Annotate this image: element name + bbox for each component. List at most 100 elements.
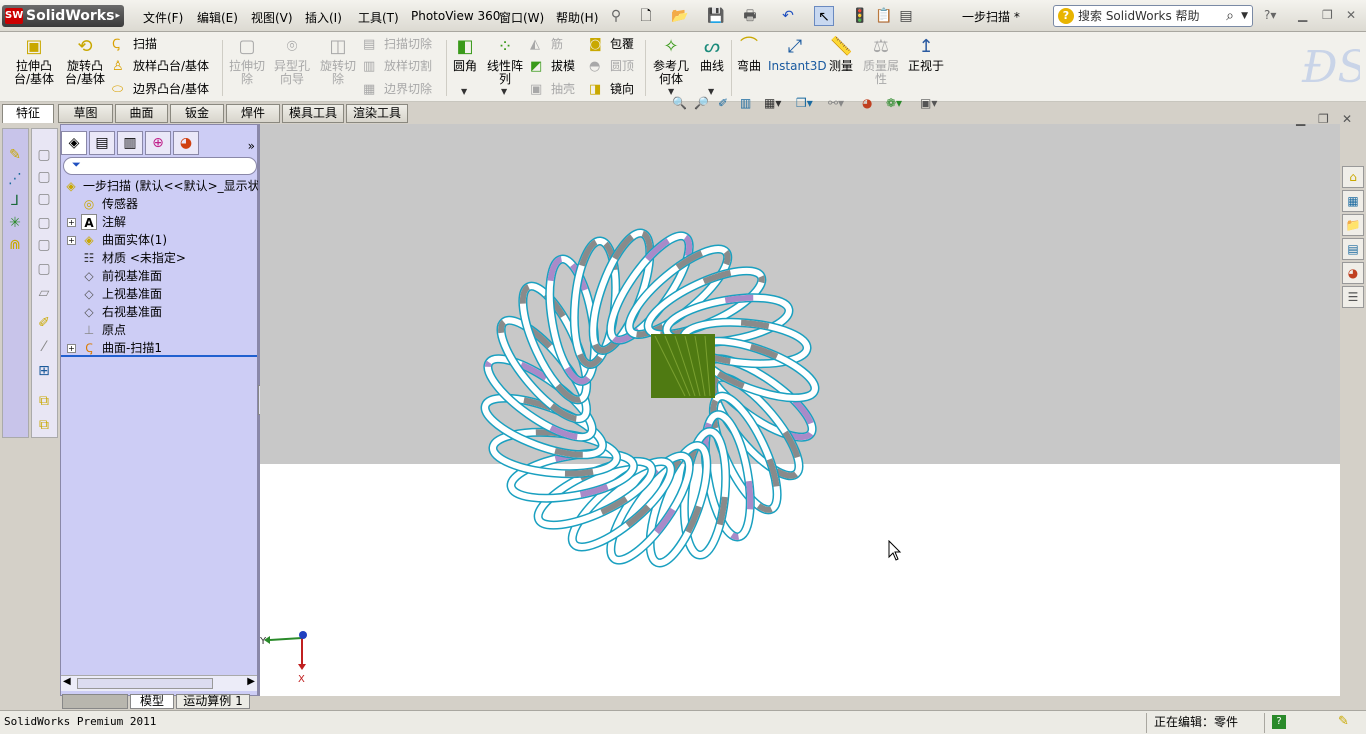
move-entities-icon[interactable]: ⊞	[34, 361, 54, 381]
chevron-right-icon[interactable]: ▸	[115, 5, 120, 27]
boundary-boss-button[interactable]: ⬭ 边界凸台/基体	[112, 81, 209, 98]
chevron-down-icon[interactable]: ▼	[668, 87, 674, 96]
property-manager-tab-icon[interactable]: ▤	[89, 131, 115, 155]
smart-dimension-icon[interactable]: ✎	[5, 145, 25, 165]
menu-edit[interactable]: 编辑(E)	[197, 9, 238, 26]
chevron-down-icon[interactable]: ▼	[461, 87, 467, 96]
scroll-left-icon[interactable]: ◀	[63, 676, 71, 687]
cube-icon[interactable]: ▢	[34, 259, 54, 279]
print-icon[interactable]: 🖶	[740, 6, 760, 26]
sketch-line-icon[interactable]: ⁄	[34, 337, 54, 357]
magnet-icon[interactable]: ⋒	[5, 235, 25, 255]
tree-item-annotations[interactable]: + A 注解	[61, 213, 257, 231]
rollback-bar[interactable]	[61, 355, 257, 357]
status-help-icon[interactable]: ?	[1272, 715, 1286, 729]
line-icon[interactable]: ⋰	[5, 169, 25, 189]
resources-icon[interactable]: ▦	[1342, 190, 1364, 212]
tab-sketch[interactable]: 草图	[58, 104, 113, 123]
pin-icon[interactable]: ⚲	[606, 6, 626, 26]
configuration-tab-icon[interactable]: ▥	[117, 131, 143, 155]
normal-to-button[interactable]: ↥ 正视于	[906, 36, 946, 73]
more-tabs-icon[interactable]: »	[248, 139, 255, 153]
rib-button[interactable]: ◭ 筋	[530, 36, 563, 53]
draft-button[interactable]: ◩ 拔模	[530, 58, 575, 75]
shell-button[interactable]: ▣ 抽壳	[530, 81, 575, 98]
solidworks-logo[interactable]: SW SolidWorks ▸	[2, 5, 124, 27]
display-manager-tab-icon[interactable]: ◕	[173, 131, 199, 155]
tree-item-top-plane[interactable]: ◇ 上视基准面	[61, 285, 257, 303]
copy-icon[interactable]: ⧉	[34, 415, 54, 435]
select-arrow-icon[interactable]: ↖	[814, 6, 834, 26]
curves-button[interactable]: ᔕ 曲线	[696, 36, 728, 73]
fillet-button[interactable]: ◧ 圆角	[450, 36, 480, 73]
tab-sheet-metal[interactable]: 钣金	[170, 104, 224, 123]
chevron-down-icon[interactable]: ▼	[708, 87, 714, 96]
measure-button[interactable]: 📏 测量	[826, 36, 856, 73]
help-icon[interactable]: ?▾	[1264, 8, 1276, 22]
rebuild-icon[interactable]: 🚦	[850, 6, 870, 26]
file-properties-icon[interactable]: 📋	[874, 6, 894, 26]
mass-properties-button[interactable]: ⚖ 质量属 性	[860, 36, 902, 86]
hide-show-icon[interactable]: ⚯▾	[828, 96, 844, 110]
file-explorer-icon[interactable]: ▤	[1342, 238, 1364, 260]
chevron-down-icon[interactable]: ▼	[1241, 6, 1248, 26]
search-box[interactable]: ? 搜索 SolidWorks 帮助 ⌕ ▼	[1053, 5, 1253, 27]
menu-help[interactable]: 帮助(H)	[556, 9, 598, 26]
close-icon[interactable]: ✕	[1346, 8, 1356, 22]
linear-pattern-button[interactable]: ⁘ 线性阵 列	[484, 36, 526, 86]
rebuild-pencil-icon[interactable]: ✎	[1338, 711, 1349, 733]
point-icon[interactable]: ✳	[5, 213, 25, 233]
options-icon[interactable]: ▤	[896, 6, 916, 26]
tree-item-surface-bodies[interactable]: + ◈ 曲面实体(1)	[61, 231, 257, 249]
menu-tools[interactable]: 工具(T)	[358, 9, 399, 26]
search-input[interactable]: 搜索 SolidWorks 帮助	[1078, 9, 1200, 23]
instant3d-button[interactable]: ⤢ Instant3D	[768, 36, 827, 73]
custom-properties-icon[interactable]: ☰	[1342, 286, 1364, 308]
tree-item-material[interactable]: ☷ 材质 <未指定>	[61, 249, 257, 267]
tree-filter[interactable]: ⏷	[63, 157, 257, 175]
tab-mold-tools[interactable]: 模具工具	[282, 104, 344, 123]
swept-cut-button[interactable]: ▤ 扫描切除	[363, 36, 432, 53]
undo-icon[interactable]: ↶	[778, 6, 798, 26]
view-settings-icon[interactable]: ▣▾	[920, 96, 937, 110]
tab-motion-study[interactable]: 运动算例 1	[176, 694, 250, 709]
previous-view-icon[interactable]: ✐	[718, 96, 728, 110]
revolve-boss-button[interactable]: ⟲ 旋转凸 台/基体	[61, 36, 109, 86]
loft-boss-button[interactable]: ♙ 放样凸台/基体	[112, 58, 209, 75]
copy-icon[interactable]: ⧉	[34, 391, 54, 411]
new-document-icon[interactable]: 🗋	[636, 6, 656, 26]
edit-appearance-icon[interactable]: ◕	[862, 96, 872, 110]
axis-icon[interactable]: ⅃	[5, 191, 25, 211]
search-icon[interactable]: ⌕	[1226, 6, 1234, 26]
menu-insert[interactable]: 插入(I)	[305, 9, 342, 26]
cube-icon[interactable]: ▢	[34, 189, 54, 209]
cube-icon[interactable]: ▱	[34, 283, 54, 303]
expand-icon[interactable]: +	[67, 236, 76, 245]
extrude-cut-button[interactable]: ▢ 拉伸切 除	[226, 36, 268, 86]
sweep-button[interactable]: Ꞔ 扫描	[112, 36, 157, 53]
tree-item-origin[interactable]: ⊥ 原点	[61, 321, 257, 339]
zoom-to-fit-icon[interactable]: 🔍	[672, 96, 687, 110]
sketch-edit-icon[interactable]: ✐	[34, 313, 54, 333]
expand-icon[interactable]: +	[67, 218, 76, 227]
feature-tree-tab-icon[interactable]: ◈	[61, 131, 87, 155]
scroll-thumb[interactable]	[77, 678, 213, 689]
dimxpert-tab-icon[interactable]: ⊕	[145, 131, 171, 155]
boundary-cut-button[interactable]: ▦ 边界切除	[363, 81, 432, 98]
scroll-right-icon[interactable]: ▶	[247, 676, 255, 687]
cube-icon[interactable]: ▢	[34, 167, 54, 187]
mirror-button[interactable]: ◨ 镜向	[589, 81, 634, 98]
save-icon[interactable]: 💾	[706, 6, 726, 26]
tree-item-right-plane[interactable]: ◇ 右视基准面	[61, 303, 257, 321]
flex-button[interactable]: ⌒ 弯曲	[734, 36, 764, 73]
graphics-area[interactable]: 🔍 🔎 ✐ ▥ ▦▾ ❒▾ ⚯▾ ◕ ❁▾ ▣▾ ▁ ❐ ✕ Y X	[260, 96, 1352, 696]
reference-geometry-button[interactable]: ✧ 参考几 何体	[650, 36, 692, 86]
swept-surface-model[interactable]	[260, 124, 1340, 696]
open-icon[interactable]: 📂	[670, 6, 690, 26]
cube-icon[interactable]: ▢	[34, 145, 54, 165]
tab-model[interactable]: 模型	[130, 694, 174, 709]
menu-photoview[interactable]: PhotoView 360	[411, 9, 500, 23]
appearances-icon[interactable]: ◕	[1342, 262, 1364, 284]
home-icon[interactable]: ⌂	[1342, 166, 1364, 188]
horizontal-scrollbar[interactable]: ◀ ▶	[61, 675, 257, 691]
